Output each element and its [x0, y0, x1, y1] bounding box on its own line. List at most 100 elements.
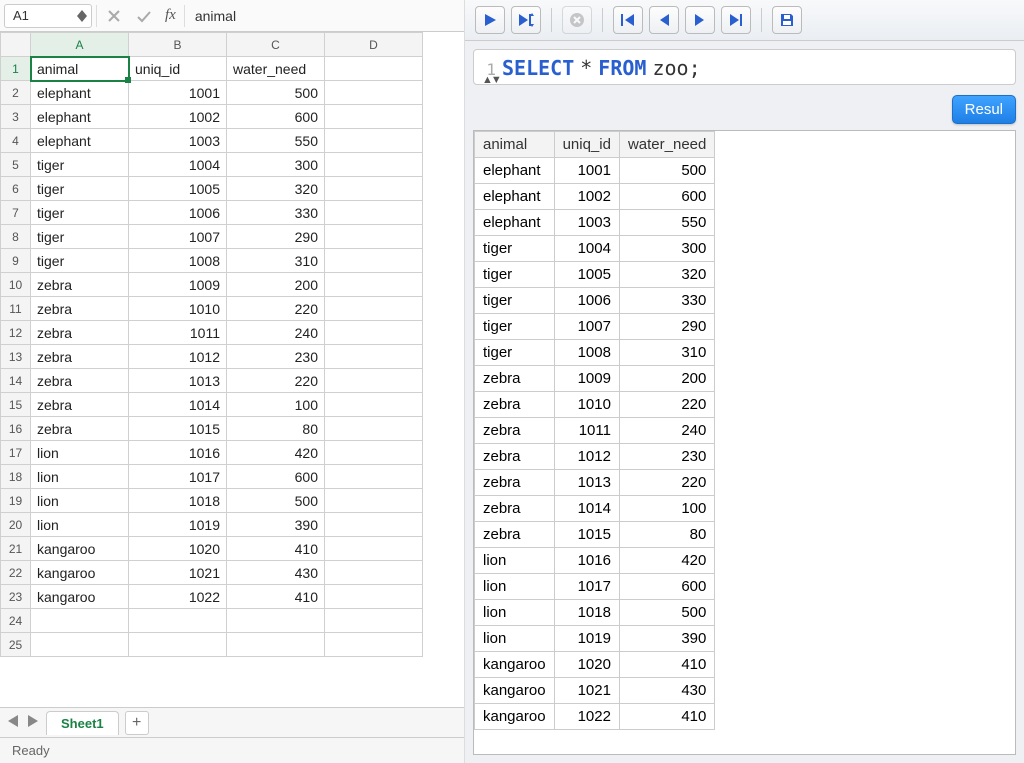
row-header[interactable]: 10 — [1, 273, 31, 297]
result-cell[interactable]: 1018 — [554, 600, 619, 626]
result-grid[interactable]: animaluniq_idwater_needelephant1001500el… — [473, 130, 1016, 755]
cell[interactable]: tiger — [31, 249, 129, 273]
cell[interactable]: 220 — [227, 369, 325, 393]
tab-prev-button[interactable] — [6, 715, 20, 730]
result-cell[interactable]: 500 — [619, 158, 714, 184]
row-header[interactable]: 23 — [1, 585, 31, 609]
cell[interactable]: 600 — [227, 105, 325, 129]
cell[interactable]: 1022 — [129, 585, 227, 609]
result-cell[interactable]: 1014 — [554, 496, 619, 522]
row-header[interactable]: 19 — [1, 489, 31, 513]
row-header[interactable]: 14 — [1, 369, 31, 393]
cell[interactable] — [325, 633, 423, 657]
cell[interactable]: 1007 — [129, 225, 227, 249]
cell[interactable] — [325, 273, 423, 297]
result-cell[interactable]: zebra — [475, 418, 555, 444]
result-cell[interactable]: 290 — [619, 314, 714, 340]
result-cell[interactable]: 330 — [619, 288, 714, 314]
cell[interactable]: lion — [31, 513, 129, 537]
cell[interactable] — [325, 537, 423, 561]
cell[interactable] — [31, 609, 129, 633]
row-header[interactable]: 6 — [1, 177, 31, 201]
result-cell[interactable]: 550 — [619, 210, 714, 236]
result-cell[interactable]: 300 — [619, 236, 714, 262]
cell[interactable]: kangaroo — [31, 561, 129, 585]
cell[interactable]: 390 — [227, 513, 325, 537]
result-cell[interactable]: 1004 — [554, 236, 619, 262]
row-header[interactable]: 2 — [1, 81, 31, 105]
result-cell[interactable]: 1017 — [554, 574, 619, 600]
result-cell[interactable]: lion — [475, 574, 555, 600]
cell[interactable]: 1021 — [129, 561, 227, 585]
result-cell[interactable]: 410 — [619, 652, 714, 678]
result-cell[interactable]: lion — [475, 548, 555, 574]
result-cell[interactable]: 1002 — [554, 184, 619, 210]
cell[interactable]: 200 — [227, 273, 325, 297]
cell[interactable] — [129, 633, 227, 657]
result-cell[interactable]: 430 — [619, 678, 714, 704]
cell[interactable]: 1006 — [129, 201, 227, 225]
cell[interactable]: tiger — [31, 225, 129, 249]
cell[interactable]: zebra — [31, 393, 129, 417]
cell[interactable]: zebra — [31, 321, 129, 345]
result-column-header[interactable]: uniq_id — [554, 132, 619, 158]
result-cell[interactable]: 80 — [619, 522, 714, 548]
result-cell[interactable]: 240 — [619, 418, 714, 444]
result-cell[interactable]: 310 — [619, 340, 714, 366]
column-header[interactable]: B — [129, 33, 227, 57]
cell[interactable] — [325, 513, 423, 537]
result-cell[interactable]: 1009 — [554, 366, 619, 392]
result-cell[interactable]: 1005 — [554, 262, 619, 288]
row-header[interactable]: 7 — [1, 201, 31, 225]
result-cell[interactable]: 1008 — [554, 340, 619, 366]
cell[interactable]: water_need — [227, 57, 325, 81]
result-cell[interactable]: 230 — [619, 444, 714, 470]
result-cell[interactable]: 1010 — [554, 392, 619, 418]
result-cell[interactable]: 600 — [619, 184, 714, 210]
first-record-button[interactable] — [613, 6, 643, 34]
row-header[interactable]: 25 — [1, 633, 31, 657]
cell[interactable] — [325, 249, 423, 273]
prev-record-button[interactable] — [649, 6, 679, 34]
cell[interactable]: 420 — [227, 441, 325, 465]
row-header[interactable]: 17 — [1, 441, 31, 465]
row-header[interactable]: 21 — [1, 537, 31, 561]
row-header[interactable]: 8 — [1, 225, 31, 249]
select-all-corner[interactable] — [1, 33, 31, 57]
row-header[interactable]: 13 — [1, 345, 31, 369]
cell[interactable]: 240 — [227, 321, 325, 345]
tab-next-button[interactable] — [26, 715, 40, 730]
cell[interactable] — [325, 441, 423, 465]
cell[interactable]: 1001 — [129, 81, 227, 105]
result-cell[interactable]: 100 — [619, 496, 714, 522]
cell[interactable] — [31, 633, 129, 657]
row-header[interactable]: 5 — [1, 153, 31, 177]
row-header[interactable]: 16 — [1, 417, 31, 441]
result-cell[interactable]: 500 — [619, 600, 714, 626]
result-cell[interactable]: 1011 — [554, 418, 619, 444]
result-cell[interactable]: elephant — [475, 184, 555, 210]
cell[interactable] — [325, 129, 423, 153]
cell[interactable] — [325, 201, 423, 225]
column-header[interactable]: A — [31, 33, 129, 57]
cell[interactable]: 1017 — [129, 465, 227, 489]
cell[interactable] — [325, 561, 423, 585]
result-cell[interactable]: 1015 — [554, 522, 619, 548]
result-cell[interactable]: zebra — [475, 444, 555, 470]
result-cell[interactable]: 1013 — [554, 470, 619, 496]
cell[interactable] — [325, 609, 423, 633]
cell[interactable]: 1019 — [129, 513, 227, 537]
row-header[interactable]: 1 — [1, 57, 31, 81]
name-box-stepper[interactable] — [77, 10, 87, 22]
result-cell[interactable]: zebra — [475, 496, 555, 522]
results-button[interactable]: Resul — [952, 95, 1016, 124]
run-button[interactable] — [475, 6, 505, 34]
cell[interactable] — [325, 297, 423, 321]
cell[interactable]: 220 — [227, 297, 325, 321]
result-cell[interactable]: 320 — [619, 262, 714, 288]
cell[interactable]: 430 — [227, 561, 325, 585]
cell[interactable]: 1016 — [129, 441, 227, 465]
cell[interactable] — [325, 345, 423, 369]
resize-handle-icon[interactable]: ▲▼ — [482, 74, 500, 86]
cancel-button[interactable] — [101, 4, 127, 28]
